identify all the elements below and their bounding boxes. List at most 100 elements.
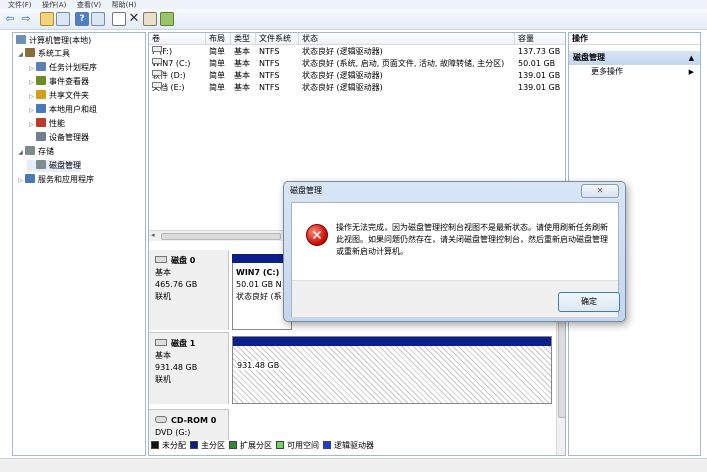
disk-1-type: 基本 xyxy=(155,351,171,360)
expand-arrow-icon[interactable]: ◢ xyxy=(16,147,25,159)
tree-root[interactable]: 计算机管理(本地) xyxy=(16,35,91,47)
legend-label: 主分区 xyxy=(201,441,225,450)
expand-arrow-icon[interactable]: ▷ xyxy=(27,91,36,103)
expand-arrow-icon[interactable]: ▷ xyxy=(27,63,36,75)
disk-0-size: 465.76 GB xyxy=(155,280,198,289)
tree-item-label: 共享文件夹 xyxy=(49,91,89,100)
partition-c-size: 50.01 GB N xyxy=(236,280,282,289)
volume-name-cell: 软件 (D:) xyxy=(152,70,186,82)
cdrom-0-info[interactable]: CD-ROM 0 DVD (G:) xyxy=(149,409,229,440)
expand-arrow-icon[interactable]: ▷ xyxy=(27,119,36,131)
legend-label: 逻辑驱动器 xyxy=(334,441,374,450)
volume-cell: 状态良好 (逻辑驱动器) xyxy=(302,47,383,56)
volume-icon xyxy=(152,82,162,88)
forward-icon[interactable]: ⇨ xyxy=(19,12,33,26)
legend-swatch xyxy=(151,441,159,449)
volume-cell: 状态良好 (逻辑驱动器) xyxy=(302,83,383,92)
dialog-footer: 确定 xyxy=(292,280,620,317)
expand-arrow-icon[interactable]: ▷ xyxy=(27,105,36,117)
disk-1-info[interactable]: 磁盘 1 基本 931.48 GB 联机 xyxy=(149,332,229,404)
volume-cell: NTFS xyxy=(259,71,280,80)
volume-cell: 状态良好 (系统, 启动, 页面文件, 活动, 故障转储, 主分区) xyxy=(302,59,505,68)
tree-item[interactable]: ◢ 系统工具 xyxy=(16,48,70,61)
volume-cell: 139.01 GB xyxy=(518,71,561,80)
error-dialog: 磁盘管理 ✕ ✕ 操作无法完成，因为磁盘管理控制台视图不是最新状态。请使用刷新任… xyxy=(283,181,626,322)
tree-item-icon xyxy=(36,132,46,141)
disk-1-partition-size: 931.48 GB xyxy=(237,361,280,370)
up-icon[interactable] xyxy=(40,12,54,26)
col-filesystem[interactable]: 文件系统 xyxy=(256,33,299,45)
col-capacity[interactable]: 容量 xyxy=(515,33,565,45)
connect-icon[interactable] xyxy=(112,12,126,26)
error-icon: ✕ xyxy=(306,224,328,246)
tree-item-icon xyxy=(36,62,46,71)
tree-item-icon xyxy=(36,160,46,169)
volume-row[interactable]: 文档 (E:) 简单 基本 NTFS 状态良好 (逻辑驱动器) 139.01 GB xyxy=(149,82,565,94)
col-volume[interactable]: 卷 xyxy=(149,33,206,45)
cdrom-icon xyxy=(155,416,167,423)
tree-item[interactable]: ▷ 任务计划程序 xyxy=(27,62,97,75)
legend-swatch xyxy=(190,441,198,449)
help-icon[interactable]: ? xyxy=(75,12,89,26)
volume-cell: 137.73 GB xyxy=(518,47,561,56)
disk-0-info[interactable]: 磁盘 0 基本 465.76 GB 联机 xyxy=(149,250,229,330)
tree-item[interactable]: ◢ 存储 xyxy=(16,146,54,159)
scroll-thumb[interactable] xyxy=(161,233,281,240)
disk-0-type: 基本 xyxy=(155,268,171,277)
volume-cell: 简单 xyxy=(209,83,225,92)
volume-cell: 状态良好 (逻辑驱动器) xyxy=(302,71,383,80)
actions-section-disk-management[interactable]: 磁盘管理 ▲ xyxy=(569,51,700,65)
more-actions[interactable]: 更多操作 ▶ xyxy=(569,65,700,79)
col-status[interactable]: 状态 xyxy=(299,33,515,45)
tree-item-label: 任务计划程序 xyxy=(49,63,97,72)
submenu-arrow-icon: ▶ xyxy=(688,68,694,76)
tree-item[interactable]: ▷ 事件查看器 xyxy=(27,76,89,89)
disk-1-partition[interactable]: 931.48 GB xyxy=(232,336,552,404)
menu-view[interactable]: 查看(V) xyxy=(77,2,101,9)
partition-c-name: WIN7 (C:) xyxy=(236,268,280,277)
console-tree-icon[interactable] xyxy=(56,12,70,26)
tree-item-label: 存储 xyxy=(38,147,54,156)
volume-cell: NTFS xyxy=(259,59,280,68)
volume-cell: 基本 xyxy=(234,71,250,80)
delete-icon[interactable]: ✕ xyxy=(127,12,141,26)
col-layout[interactable]: 布局 xyxy=(206,33,231,45)
actions-section-label: 磁盘管理 xyxy=(573,53,605,62)
ok-button[interactable]: 确定 xyxy=(558,292,620,312)
tree-item[interactable]: ▷ 服务和应用程序 xyxy=(16,174,94,187)
volume-row[interactable]: F (F:) 简单 基本 NTFS 状态良好 (逻辑驱动器) 137.73 GB xyxy=(149,46,565,58)
legend-label: 未分配 xyxy=(162,441,186,450)
volume-cell: 基本 xyxy=(234,83,250,92)
disk-1-size: 931.48 GB xyxy=(155,363,198,372)
tree-item-icon xyxy=(36,104,46,113)
tree-item-icon xyxy=(36,90,46,99)
tree-item[interactable]: ▷ 性能 xyxy=(27,118,65,131)
menu-file[interactable]: 文件(F) xyxy=(8,2,32,9)
tree-item[interactable]: 设备管理器 xyxy=(27,132,89,144)
legend-item: 主分区 xyxy=(190,440,225,452)
volume-icon xyxy=(152,70,162,76)
expand-arrow-icon[interactable]: ▷ xyxy=(27,77,36,89)
col-type[interactable]: 类型 xyxy=(231,33,256,45)
menu-bar: 文件(F) 操作(A) 查看(V) 帮助(H) xyxy=(0,0,707,9)
volume-row[interactable]: WIN7 (C:) 简单 基本 NTFS 状态良好 (系统, 启动, 页面文件, 活动,… xyxy=(149,58,565,70)
wizard-icon[interactable] xyxy=(160,12,174,26)
volume-row[interactable]: 软件 (D:) 简单 基本 NTFS 状态良好 (逻辑驱动器) 139.01 GB xyxy=(149,70,565,82)
scroll-left-icon[interactable]: ◂ xyxy=(151,231,155,239)
dialog-close-button[interactable]: ✕ xyxy=(581,184,619,198)
legend-item: 可用空间 xyxy=(276,440,319,452)
tree-item-label: 磁盘管理 xyxy=(49,161,81,170)
menu-action[interactable]: 操作(A) xyxy=(42,2,66,9)
tree-item[interactable]: 磁盘管理 xyxy=(27,160,81,172)
collapse-icon[interactable]: ▲ xyxy=(689,51,694,65)
back-icon[interactable]: ⇦ xyxy=(3,12,17,26)
window-icon[interactable] xyxy=(91,12,105,26)
properties-icon[interactable] xyxy=(143,12,157,26)
menu-help[interactable]: 帮助(H) xyxy=(112,2,137,9)
tree-item-icon xyxy=(25,146,35,155)
partition-bar xyxy=(233,337,551,346)
tree-item[interactable]: ▷ 共享文件夹 xyxy=(27,90,89,103)
tree-item[interactable]: ▷ 本地用户和组 xyxy=(27,104,97,117)
expand-arrow-icon[interactable]: ▷ xyxy=(16,175,25,187)
expand-arrow-icon[interactable]: ◢ xyxy=(16,49,25,61)
